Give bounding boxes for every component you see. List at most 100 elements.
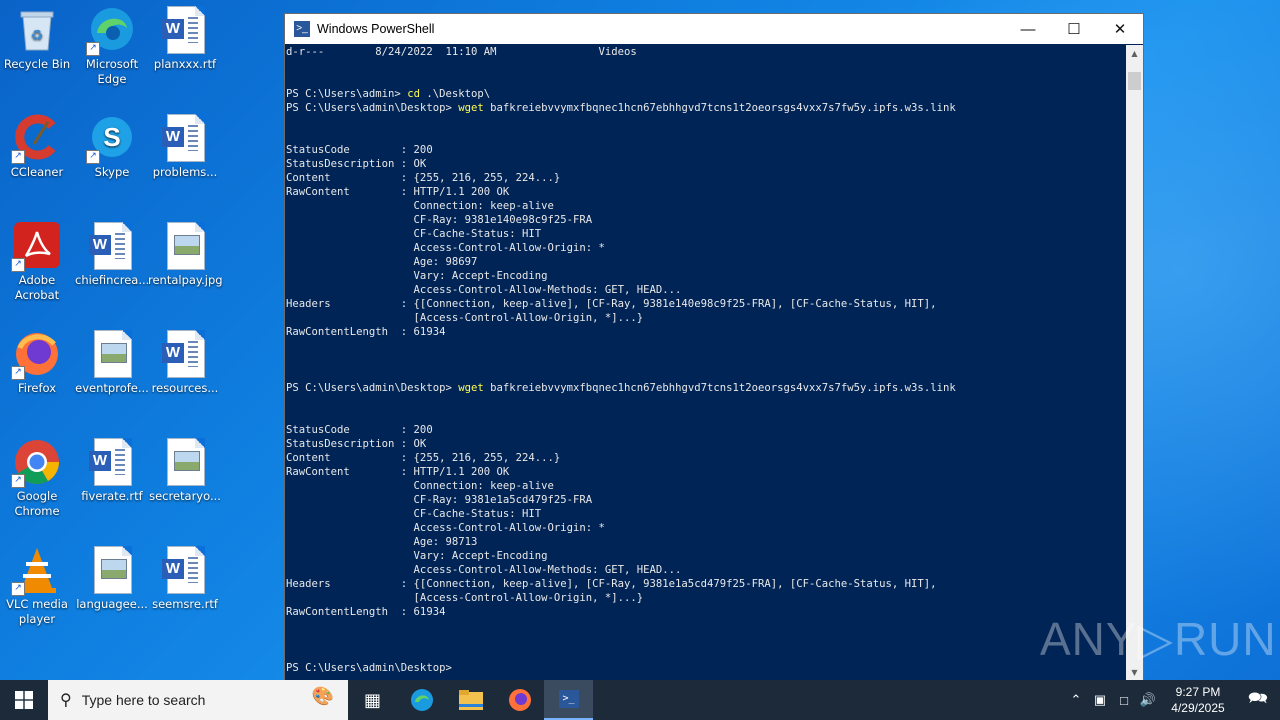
start-button[interactable] [0, 680, 48, 720]
console-line: Connection: keep-alive [286, 200, 554, 212]
desktop-icon-skype[interactable]: S ↗ Skype [75, 114, 149, 180]
ccleaner-icon: ↗ [11, 114, 61, 164]
image-file-icon [88, 546, 136, 594]
recycle-icon: ♻ [13, 6, 61, 54]
console-line: RawContent : HTTP/1.1 200 OK [286, 186, 510, 198]
network-icon[interactable]: □ [1112, 693, 1136, 708]
command-args: bafkreiebvvymxfbqnec1hcn67ebhhgvd7tcns1t… [483, 382, 956, 394]
desktop-icon-recycle-bin[interactable]: ♻ Recycle Bin [0, 6, 74, 72]
desktop-icon-label: eventprofe... [75, 381, 149, 395]
desktop-icon-label: resources... [151, 381, 219, 395]
clock[interactable]: 9:27 PM 4/29/2025 [1160, 684, 1236, 716]
shortcut-arrow-icon: ↗ [86, 150, 100, 164]
scroll-up-icon[interactable]: ▲ [1126, 45, 1143, 62]
console-line: StatusCode : 200 [286, 424, 433, 436]
task-view-button[interactable]: ▦ [348, 680, 397, 720]
console-line: Connection: keep-alive [286, 480, 554, 492]
close-button[interactable]: ✕ [1097, 14, 1143, 44]
system-tray: ⌃ ▣ □ 🔊 9:27 PM 4/29/2025 🗪 [1064, 680, 1280, 720]
taskbar: ⚲ Type here to search 🎨 ▦ >_ ⌃ ▣ □ 🔊 9:2… [0, 680, 1280, 720]
desktop-icon-adobe-acrobat[interactable]: ↗ Adobe Acrobat [0, 222, 74, 303]
desktop-icon-languagee[interactable]: languagee... [75, 546, 149, 612]
desktop-icon-label: chiefincrea... [75, 273, 150, 287]
desktop-icon-ccleaner[interactable]: ↗ CCleaner [0, 114, 74, 180]
console-line: [Access-Control-Allow-Origin, *]...} [286, 312, 644, 324]
maximize-icon: ☐ [1067, 21, 1081, 38]
command-keyword: cd [407, 88, 420, 100]
chevron-up-icon[interactable]: ⌃ [1064, 692, 1088, 708]
desktop-icon-label: Firefox [17, 381, 57, 395]
console-line: PS C:\Users\admin> cd .\Desktop\ [286, 87, 1126, 101]
desktop-icon-resources[interactable]: Wresources... [148, 330, 222, 396]
maximize-button[interactable]: ☐ [1051, 14, 1097, 44]
desktop-icon-planxxx-rtf[interactable]: Wplanxxx.rtf [148, 6, 222, 72]
minimize-button[interactable]: — [1005, 14, 1051, 44]
taskbar-search-box[interactable]: ⚲ Type here to search 🎨 [48, 680, 348, 720]
skype-icon: S ↗ [86, 114, 136, 164]
desktop-icon-problems[interactable]: Wproblems... [148, 114, 222, 180]
title-bar[interactable]: >_ Windows PowerShell — ☐ ✕ [285, 14, 1143, 44]
desktop-icon-label: languagee... [76, 597, 148, 611]
acrobat-icon: ↗ [11, 222, 61, 272]
desktop-icon-vlc-media-player[interactable]: ↗ VLC media player [0, 546, 74, 627]
console-line: Access-Control-Allow-Methods: GET, HEAD.… [286, 564, 682, 576]
meet-now-icon[interactable]: ▣ [1088, 692, 1112, 708]
desktop-icon-firefox[interactable]: ↗ Firefox [0, 330, 74, 396]
console-line: StatusCode : 200 [286, 144, 433, 156]
desktop-icon-label: Adobe Acrobat [14, 273, 60, 302]
word-document-icon: W [161, 546, 209, 594]
console-line: PS C:\Users\admin\Desktop> [286, 662, 459, 674]
svg-text:S: S [103, 122, 120, 152]
desktop-icon-fiverate-rtf[interactable]: Wfiverate.rtf [75, 438, 149, 504]
console-line: RawContentLength : 61934 [286, 606, 446, 618]
desktop-icon-label: CCleaner [10, 165, 64, 179]
console-line: RawContentLength : 61934 [286, 326, 446, 338]
svg-text:♻: ♻ [31, 28, 44, 44]
desktop-icon-chiefincrea[interactable]: Wchiefincrea... [75, 222, 149, 288]
console-line: StatusDescription : OK [286, 158, 427, 170]
powershell-window[interactable]: >_ Windows PowerShell — ☐ ✕ d-r--- 8/24/… [284, 13, 1144, 682]
image-file-icon [88, 330, 136, 378]
shortcut-arrow-icon: ↗ [11, 474, 25, 488]
desktop-icon-seemsre-rtf[interactable]: Wseemsre.rtf [148, 546, 222, 612]
desktop-icon-eventprofe[interactable]: eventprofe... [75, 330, 149, 396]
search-highlight-icon: 🎨 [311, 686, 334, 706]
scroll-thumb[interactable] [1128, 72, 1141, 90]
desktop-icon-microsoft-edge[interactable]: ↗ Microsoft Edge [75, 6, 149, 87]
console-output[interactable]: d-r--- 8/24/2022 11:10 AM Videos PS C:\Us… [285, 45, 1126, 681]
desktop-icon-label: Recycle Bin [3, 57, 71, 71]
shortcut-arrow-icon: ↗ [86, 42, 100, 56]
console-line: Headers : {[Connection, keep-alive], [CF… [286, 298, 937, 310]
task-view-icon: ▦ [363, 689, 381, 711]
command-keyword: wget [458, 382, 484, 394]
taskbar-powershell[interactable]: >_ [544, 680, 593, 720]
close-icon: ✕ [1113, 21, 1127, 38]
desktop-icon-label: fiverate.rtf [81, 489, 143, 503]
shortcut-arrow-icon: ↗ [11, 150, 25, 164]
volume-icon[interactable]: 🔊 [1136, 692, 1160, 708]
desktop-icon-rentalpay-jpg[interactable]: rentalpay.jpg [148, 222, 223, 288]
desktop-icon-label: planxxx.rtf [153, 57, 217, 71]
desktop-icon-secretaryo[interactable]: secretaryo... [148, 438, 222, 504]
edge-icon: ↗ [86, 6, 136, 56]
vertical-scrollbar[interactable]: ▲ ▼ [1126, 45, 1143, 681]
desktop-icon-google-chrome[interactable]: ↗ Google Chrome [0, 438, 74, 519]
word-document-icon: W [161, 6, 209, 54]
console-line: Vary: Accept-Encoding [286, 550, 548, 562]
search-placeholder: Type here to search [81, 692, 206, 708]
taskbar-firefox[interactable] [495, 680, 544, 720]
scroll-down-icon[interactable]: ▼ [1126, 664, 1143, 681]
shortcut-arrow-icon: ↗ [11, 366, 25, 380]
notification-icon[interactable]: 🗪 [1236, 687, 1280, 714]
image-file-icon [161, 438, 209, 486]
taskbar-edge[interactable] [397, 680, 446, 720]
taskbar-file-explorer[interactable] [446, 680, 495, 720]
